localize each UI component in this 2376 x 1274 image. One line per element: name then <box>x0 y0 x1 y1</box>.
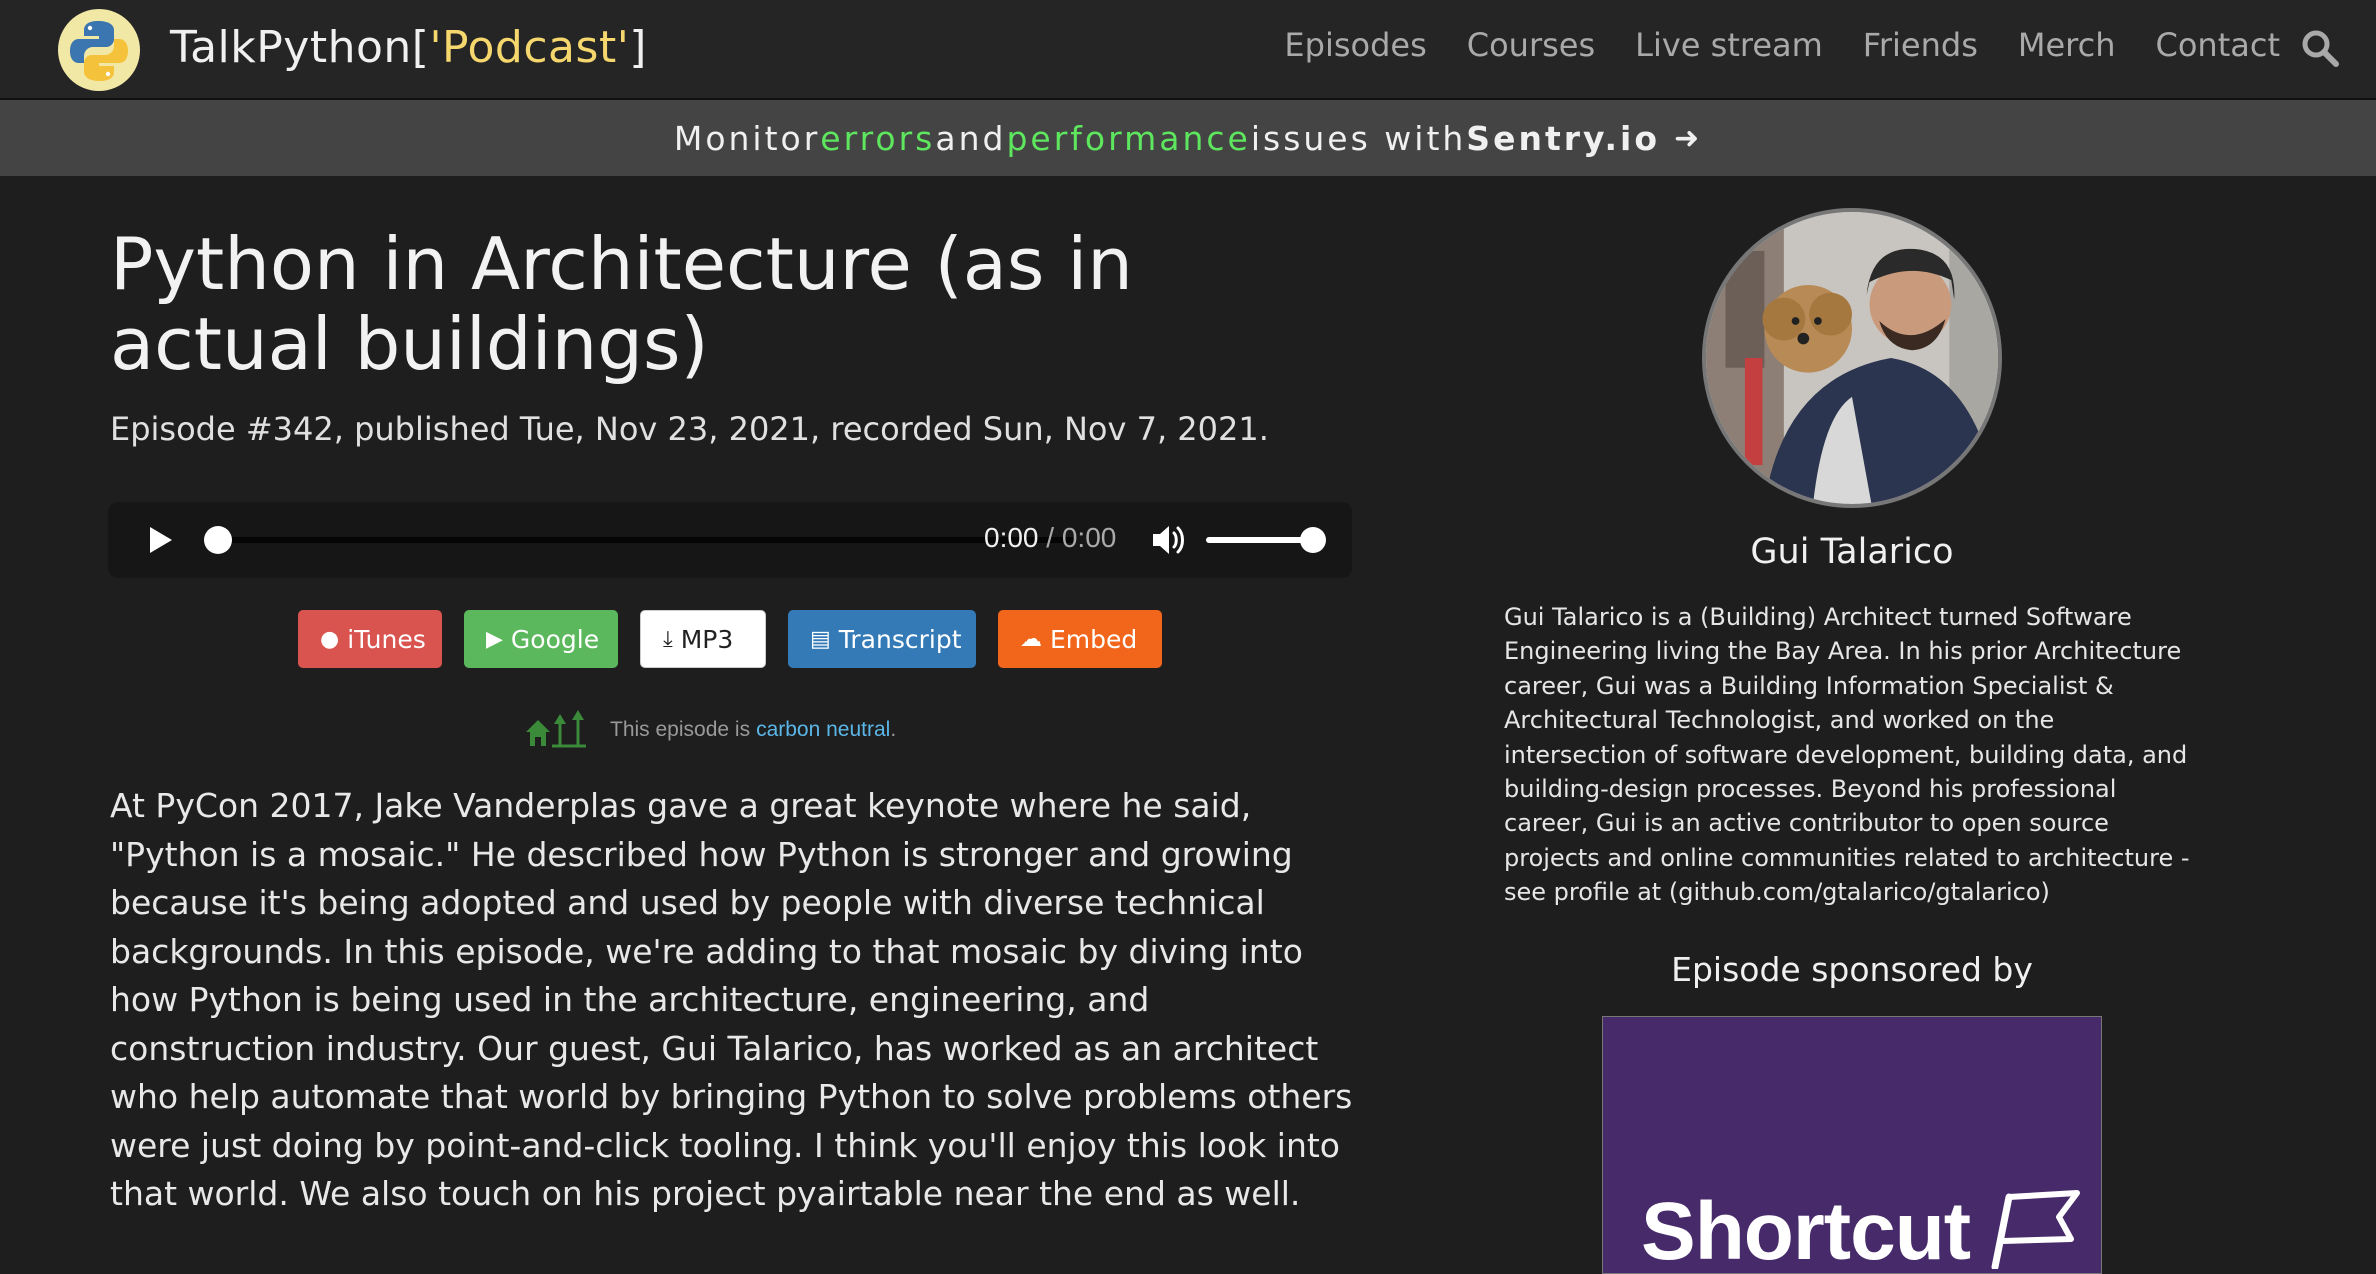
document-icon: ▤ <box>810 626 831 652</box>
itunes-label: iTunes <box>347 624 426 654</box>
episode-meta: Episode #342, published Tue, Nov 23, 202… <box>110 410 1269 448</box>
sponsor-text-1: Monitor <box>673 118 821 158</box>
arrow-right-icon: ➜ <box>1674 120 1703 156</box>
play-store-icon: ▶ <box>486 626 503 652</box>
navbar: TalkPython['Podcast'] Episodes Courses L… <box>0 0 2376 100</box>
mp3-button[interactable]: ⤓ MP3 <box>640 610 766 668</box>
brand-prefix: TalkPython[ <box>170 22 430 73</box>
subscribe-buttons: ● iTunes ▶ Google ⤓ MP3 ▤ Transcript ☁ Embed <box>298 610 1162 668</box>
seek-handle[interactable] <box>204 526 232 554</box>
nav-courses[interactable]: Courses <box>1467 26 1595 64</box>
sponsor-logo-text: Shortcut <box>1641 1186 1971 1274</box>
search-icon[interactable] <box>2300 28 2340 68</box>
itunes-button[interactable]: ● iTunes <box>298 610 442 668</box>
carbon-text: This episode is <box>610 718 751 741</box>
carbon-house-trees-icon <box>526 710 586 748</box>
brand-quoted: 'Podcast' <box>429 22 630 73</box>
mp3-label: MP3 <box>680 624 734 654</box>
download-icon: ⤓ <box>663 626 673 652</box>
transcript-button[interactable]: ▤ Transcript <box>788 610 976 668</box>
guest-bio: Gui Talarico is a (Building) Architect t… <box>1504 603 2190 907</box>
nav-links: Episodes Courses Live stream Friends Mer… <box>1284 26 2280 64</box>
sponsor-text-performance: performance <box>1006 118 1251 158</box>
volume-icon[interactable] <box>1150 522 1186 558</box>
guest-avatar <box>1702 208 2002 508</box>
sponsor-text-5: issues with <box>1250 118 1467 158</box>
sponsor-card[interactable]: Shortcut <box>1602 1016 2102 1274</box>
python-logo-icon[interactable] <box>58 9 140 91</box>
embed-label: Embed <box>1050 624 1138 654</box>
sponsor-text-errors: errors <box>820 118 936 158</box>
episode-title: Python in Architecture (as in actual bui… <box>110 222 1133 386</box>
nav-friends[interactable]: Friends <box>1863 26 1978 64</box>
nav-contact[interactable]: Contact <box>2156 26 2281 64</box>
sponsor-banner[interactable]: Monitor errors and performance issues wi… <box>0 100 2376 176</box>
flag-icon <box>1991 1190 2080 1269</box>
sponsor-text-sentry: Sentry.io <box>1466 118 1660 158</box>
episode-description: At PyCon 2017, Jake Vanderplas gave a gr… <box>110 786 1353 1213</box>
soundcloud-icon: ☁ <box>1020 626 1042 652</box>
volume-handle[interactable] <box>1300 527 1326 553</box>
current-time: 0:00 <box>984 522 1039 553</box>
nav-episodes[interactable]: Episodes <box>1284 26 1426 64</box>
site-brand[interactable]: TalkPython['Podcast'] <box>170 22 647 73</box>
volume-slider[interactable] <box>1206 537 1314 543</box>
play-icon[interactable] <box>144 524 176 556</box>
time-display: 0:00 / 0:00 <box>984 522 1116 554</box>
duration-time: / 0:00 <box>1038 522 1117 553</box>
carbon-end: . <box>890 718 897 741</box>
embed-button[interactable]: ☁ Embed <box>998 610 1162 668</box>
seek-bar[interactable] <box>218 537 1074 543</box>
brand-suffix: ] <box>629 22 647 73</box>
transcript-label: Transcript <box>838 624 962 654</box>
guest-name: Gui Talarico <box>1750 532 1954 572</box>
audio-player: 0:00 / 0:00 <box>108 502 1352 578</box>
sponsor-text-3: and <box>935 118 1007 158</box>
google-label: Google <box>510 624 600 654</box>
sponsored-by-heading: Episode sponsored by <box>1671 950 2033 989</box>
carbon-neutral-notice: This episode is carbon neutral. <box>524 710 896 750</box>
nav-merch[interactable]: Merch <box>2018 26 2116 64</box>
apple-icon: ● <box>320 626 340 652</box>
carbon-neutral-link[interactable]: carbon neutral <box>756 718 890 742</box>
nav-live-stream[interactable]: Live stream <box>1635 26 1823 64</box>
google-button[interactable]: ▶ Google <box>464 610 618 668</box>
